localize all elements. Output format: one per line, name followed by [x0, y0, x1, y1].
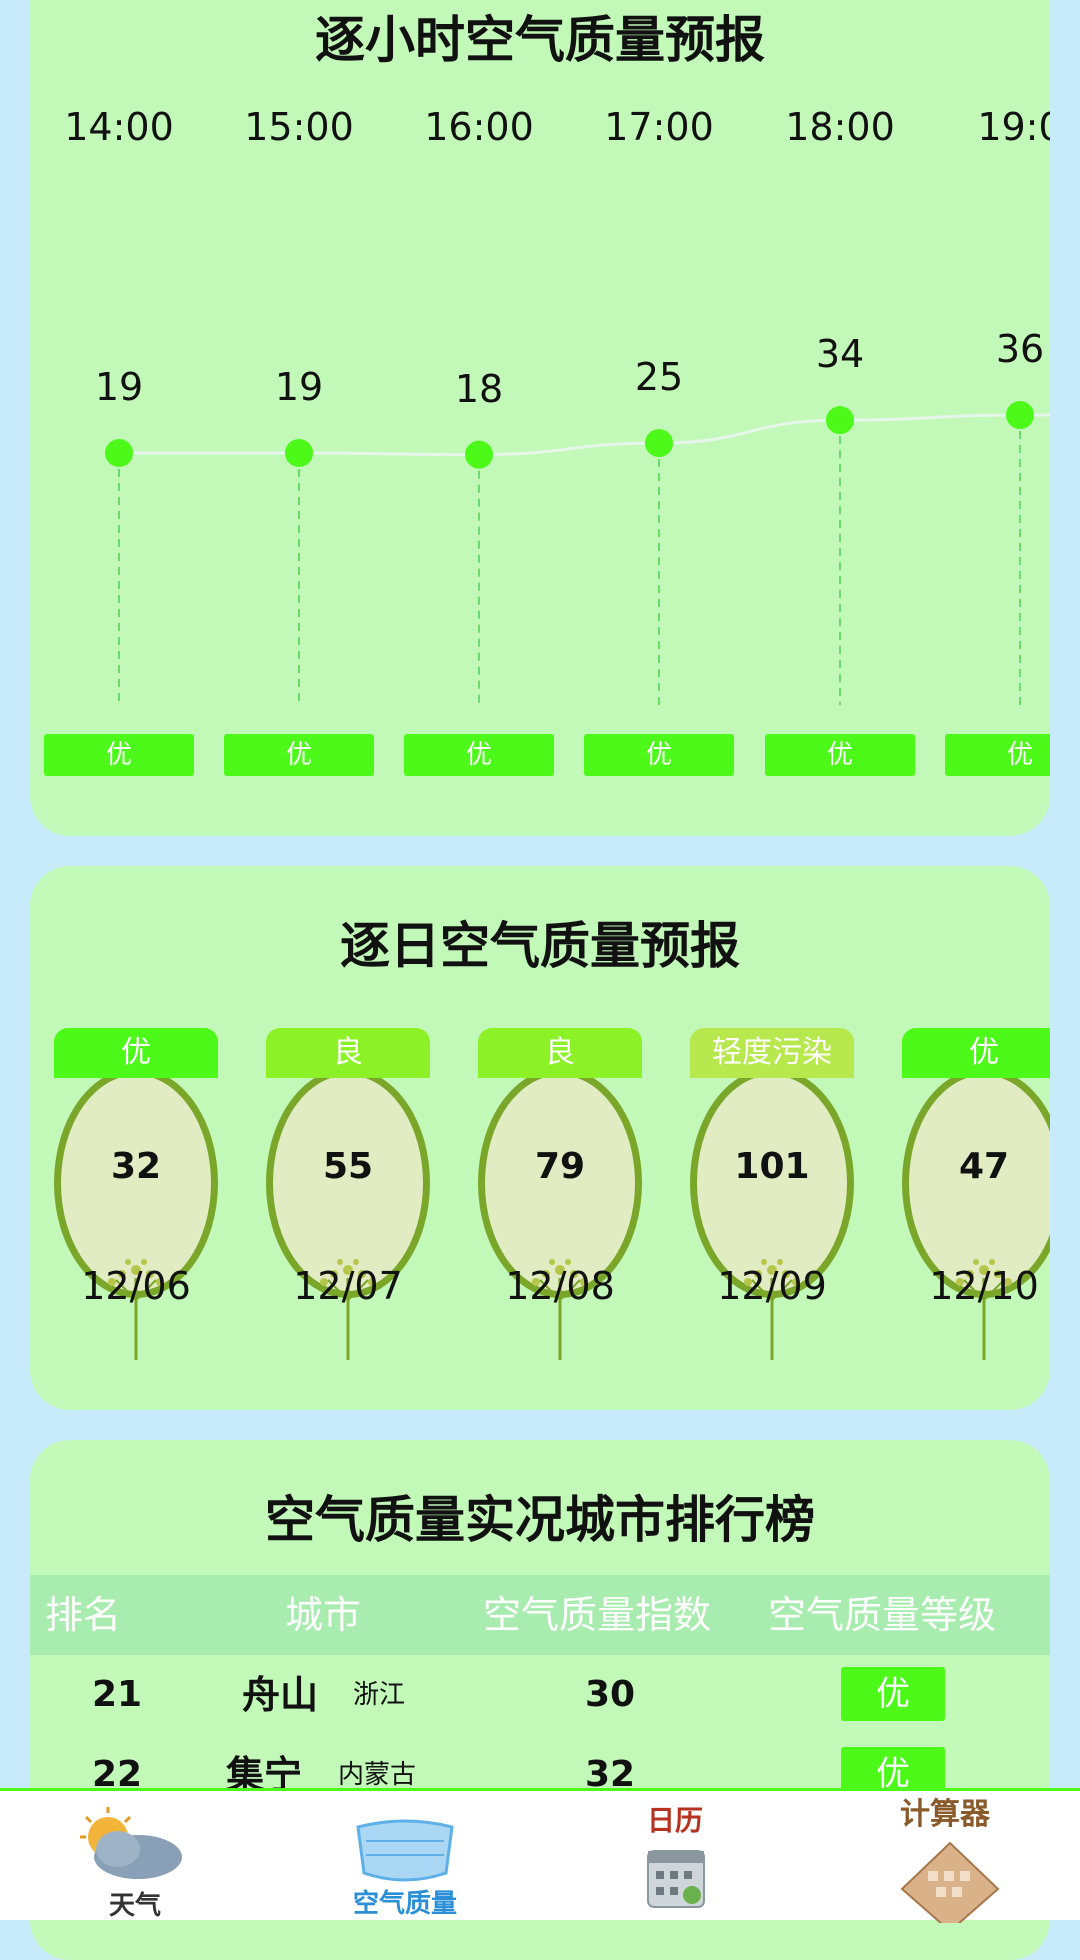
- day-forecast[interactable]: 良 55 12/07: [266, 1028, 430, 1360]
- nav-air-quality-label: 空气质量: [352, 1889, 457, 1919]
- hour-time: 15:00: [244, 105, 354, 149]
- hour-point: [826, 406, 854, 435]
- hour-level-badge: 优: [404, 734, 554, 776]
- ranking-title: 空气质量实况城市排行榜: [265, 1491, 815, 1549]
- hour-aqi-value: 25: [634, 355, 684, 400]
- hour-point: [645, 429, 673, 458]
- nav-weather-label: 天气: [108, 1891, 161, 1921]
- hour-point: [285, 439, 313, 467]
- daily-title: 逐日空气质量预报: [340, 917, 740, 975]
- day-forecast[interactable]: 良 79 12/08: [478, 1028, 642, 1360]
- day-level-badge: 良: [478, 1028, 642, 1078]
- day-date: 12/08: [505, 1264, 615, 1308]
- row-level-badge: 优: [841, 1667, 945, 1721]
- calculator-icon: [900, 1841, 1000, 1923]
- hour-point: [1006, 401, 1034, 430]
- nav-calculator[interactable]: 计算器: [810, 1791, 1080, 1923]
- day-aqi-value: 32: [110, 1146, 162, 1187]
- day-level-badge: 优: [902, 1028, 1050, 1078]
- table-row[interactable]: 21 舟山 浙江 30 优: [30, 1655, 1050, 1735]
- hour-aqi-value: 36: [995, 327, 1045, 372]
- header-level: 空气质量等级: [768, 1593, 997, 1637]
- day-forecast[interactable]: 优 47 12/10: [902, 1028, 1050, 1360]
- hour-aqi-value: 34: [815, 332, 865, 377]
- row-aqi: 30: [585, 1674, 636, 1715]
- aqi-trend-line: [118, 413, 1050, 457]
- day-aqi-value: 79: [534, 1146, 586, 1187]
- hour-time: 19:0: [977, 105, 1050, 149]
- day-forecast[interactable]: 轻度污染 101 12/09: [690, 1028, 854, 1360]
- hour-aqi-value: 19: [94, 365, 144, 409]
- header-aqi: 空气质量指数: [483, 1593, 712, 1637]
- hour-aqi-value: 18: [454, 366, 504, 411]
- hour-level-badge: 优: [584, 734, 734, 776]
- day-date: 12/09: [717, 1264, 827, 1308]
- hour-level-badge: 优: [765, 734, 915, 776]
- day-date: 12/06: [81, 1264, 191, 1308]
- hour-level-badge: 优: [945, 734, 1050, 776]
- day-aqi-value: 47: [958, 1146, 1010, 1187]
- row-rank: 21: [92, 1674, 143, 1715]
- nav-weather[interactable]: 天气: [0, 1791, 270, 1923]
- day-aqi-value: 55: [322, 1146, 374, 1187]
- day-level-badge: 轻度污染: [690, 1028, 854, 1078]
- row-province: 浙江: [353, 1680, 406, 1710]
- hour-time: 18:00: [785, 105, 895, 149]
- day-level-badge: 良: [266, 1028, 430, 1078]
- nav-calendar[interactable]: 日历: [540, 1791, 810, 1923]
- header-city: 城市: [285, 1593, 362, 1637]
- hour-point: [105, 439, 133, 467]
- hour-level-badge: 优: [44, 734, 194, 776]
- ranking-header: 排名 城市 空气质量指数 空气质量等级: [30, 1575, 1050, 1655]
- hour-level-badge: 优: [224, 734, 374, 776]
- hour-time: 17:00: [604, 105, 714, 149]
- hour-aqi-value: 19: [274, 365, 324, 409]
- daily-forecast-card: 逐日空气质量预报 优 32 12/06 良 55 12/07 良 79 12/08 轻度污染 101…: [30, 866, 1050, 1410]
- bottom-nav: 天气 空气质量 日历 计算器: [0, 1788, 1080, 1923]
- day-level-badge: 优: [54, 1028, 218, 1078]
- nav-air-quality[interactable]: 空气质量: [270, 1791, 540, 1923]
- header-rank: 排名: [45, 1593, 122, 1637]
- day-forecast[interactable]: 优 32 12/06: [54, 1028, 218, 1360]
- row-city: 舟山: [242, 1673, 319, 1717]
- day-aqi-value: 101: [734, 1146, 810, 1187]
- day-date: 12/07: [293, 1264, 403, 1308]
- hour-point: [465, 440, 493, 469]
- hour-time: 16:00: [424, 105, 534, 149]
- calendar-icon: [647, 1850, 705, 1908]
- hourly-forecast-card: 逐小时空气质量预报 14:00 19 优 15:00 19 优 16:00 18 优 17:00 2…: [30, 0, 1050, 836]
- hour-time: 14:00: [64, 105, 174, 149]
- day-date: 12/10: [929, 1264, 1039, 1308]
